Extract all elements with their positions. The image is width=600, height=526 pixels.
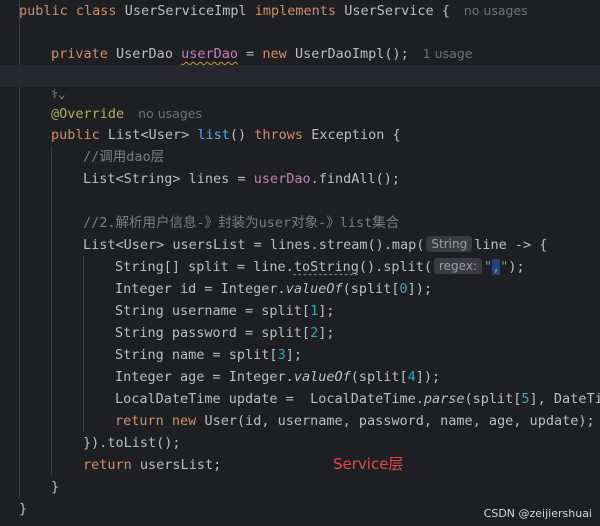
- code-line[interactable]: public List<User> list() throws Exceptio…: [51, 124, 600, 146]
- keyword: return: [115, 413, 164, 429]
- number: 3: [277, 347, 286, 363]
- keyword: public: [51, 127, 100, 143]
- declaration: Integer age = Integer.: [115, 369, 294, 385]
- code-line[interactable]: }: [51, 476, 600, 498]
- args: (split[: [350, 369, 408, 385]
- indent-guide: [51, 146, 52, 476]
- field-name: userDao: [253, 171, 311, 187]
- number: 2: [310, 325, 319, 341]
- code-line[interactable]: @Override no usages: [51, 103, 600, 125]
- code-line[interactable]: String[] split = line.toString().split(r…: [115, 256, 600, 278]
- brace: }: [51, 479, 60, 495]
- code-line[interactable]: //调用dao层: [83, 146, 600, 168]
- statement-end: ], DateTim: [529, 391, 600, 407]
- keyword: class: [75, 3, 117, 19]
- statement-end: ];: [318, 303, 335, 319]
- return-value: usersList;: [139, 457, 222, 473]
- class-name: UserServiceImpl: [124, 3, 247, 19]
- method-call: .findAll();: [310, 171, 401, 187]
- code-line[interactable]: String name = split[3];: [115, 344, 600, 366]
- code-line[interactable]: }).toList();: [83, 432, 600, 454]
- method-call: toString: [293, 259, 359, 275]
- stream-expression: List<User> usersList = lines.stream().ma…: [83, 237, 425, 253]
- keyword: private: [51, 46, 108, 62]
- declaration: String name = split[: [115, 347, 278, 363]
- number: 5: [521, 391, 530, 407]
- keyword: throws: [254, 127, 304, 143]
- exception-type: Exception {: [311, 127, 401, 143]
- keyword: return: [83, 457, 132, 473]
- constructor-call: User(id, username, password, name, age, …: [204, 413, 595, 429]
- statement-end: );: [508, 259, 525, 275]
- usages-hint[interactable]: no usages: [464, 3, 528, 18]
- watermark: CSDN @zeijiershuai: [483, 507, 592, 520]
- type-name: UserDao: [116, 46, 173, 62]
- comment: //2.解析用户信息-》封装为user对象-》list集合: [83, 215, 400, 231]
- static-call: parse: [423, 391, 465, 407]
- parens: (): [229, 127, 247, 143]
- code-line[interactable]: List<String> lines = userDao.findAll();: [83, 168, 600, 190]
- statement-end: ]);: [407, 281, 433, 297]
- code-line[interactable]: LocalDateTime update = LocalDateTime.par…: [115, 388, 600, 410]
- statement-end: ];: [318, 325, 335, 341]
- declaration: LocalDateTime update = LocalDateTime.: [115, 391, 424, 407]
- field-name: userDao: [181, 46, 238, 62]
- keyword: new: [171, 413, 197, 429]
- code-line[interactable]: //2.解析用户信息-》封装为user对象-》list集合: [83, 212, 600, 234]
- args: (split[: [464, 391, 522, 407]
- code-line[interactable]: return new User(id, username, password, …: [115, 410, 600, 432]
- declaration: String password = split[: [115, 325, 311, 341]
- parameter-type-hint: String: [426, 236, 473, 252]
- declaration: Integer id = Integer.: [115, 281, 286, 297]
- declaration: String username = split[: [115, 303, 311, 319]
- statement-end: ]);: [415, 369, 441, 385]
- number: 1: [310, 303, 319, 319]
- declaration: String[] split = line.: [115, 259, 294, 275]
- annotation-label: Service层: [333, 455, 404, 473]
- brace: {: [441, 3, 450, 19]
- string-quote: ": [484, 259, 493, 275]
- number: 0: [399, 281, 408, 297]
- declaration: List<String> lines =: [83, 171, 246, 187]
- interface-name: UserService: [344, 3, 434, 19]
- stream-end: }).toList();: [83, 435, 181, 451]
- indent-guide: [83, 256, 84, 432]
- return-type: List<User>: [107, 127, 190, 143]
- number: 4: [407, 369, 416, 385]
- ai-assistant-icon[interactable]: ⚕⌄: [51, 87, 65, 101]
- keyword: public: [19, 3, 68, 19]
- keyword: new: [262, 46, 287, 62]
- brace: }: [19, 501, 28, 517]
- annotation: @Override: [51, 106, 125, 122]
- static-call: valueOf: [293, 369, 351, 385]
- usages-hint[interactable]: 1 usage: [423, 46, 473, 61]
- operator: =: [246, 46, 255, 62]
- constructor-call: UserDaoImpl();: [294, 46, 409, 62]
- code-line[interactable]: String password = split[2];: [115, 322, 600, 344]
- lambda-param: line -> {: [474, 237, 548, 253]
- code-editor[interactable]: public class UserServiceImpl implements …: [0, 0, 600, 526]
- method-name: list: [197, 127, 230, 143]
- code-line[interactable]: ⚕⌄: [51, 83, 600, 105]
- code-line[interactable]: public class UserServiceImpl implements …: [19, 0, 600, 22]
- static-call: valueOf: [285, 281, 343, 297]
- code-line[interactable]: Integer age = Integer.valueOf(split[4]);: [115, 366, 600, 388]
- comment: //调用dao层: [83, 149, 165, 165]
- usages-hint[interactable]: no usages: [138, 106, 202, 121]
- parameter-name-hint: regex:: [434, 258, 482, 274]
- code-line[interactable]: private UserDao userDao = new UserDaoImp…: [51, 43, 600, 65]
- code-line[interactable]: Integer id = Integer.valueOf(split[0]);: [115, 278, 600, 300]
- code-line[interactable]: List<User> usersList = lines.stream().ma…: [83, 234, 600, 256]
- args: (split[: [342, 281, 400, 297]
- statement-end: ];: [285, 347, 302, 363]
- keyword: implements: [254, 3, 337, 19]
- method-call: ().split(: [358, 259, 432, 275]
- code-line[interactable]: String username = split[1];: [115, 300, 600, 322]
